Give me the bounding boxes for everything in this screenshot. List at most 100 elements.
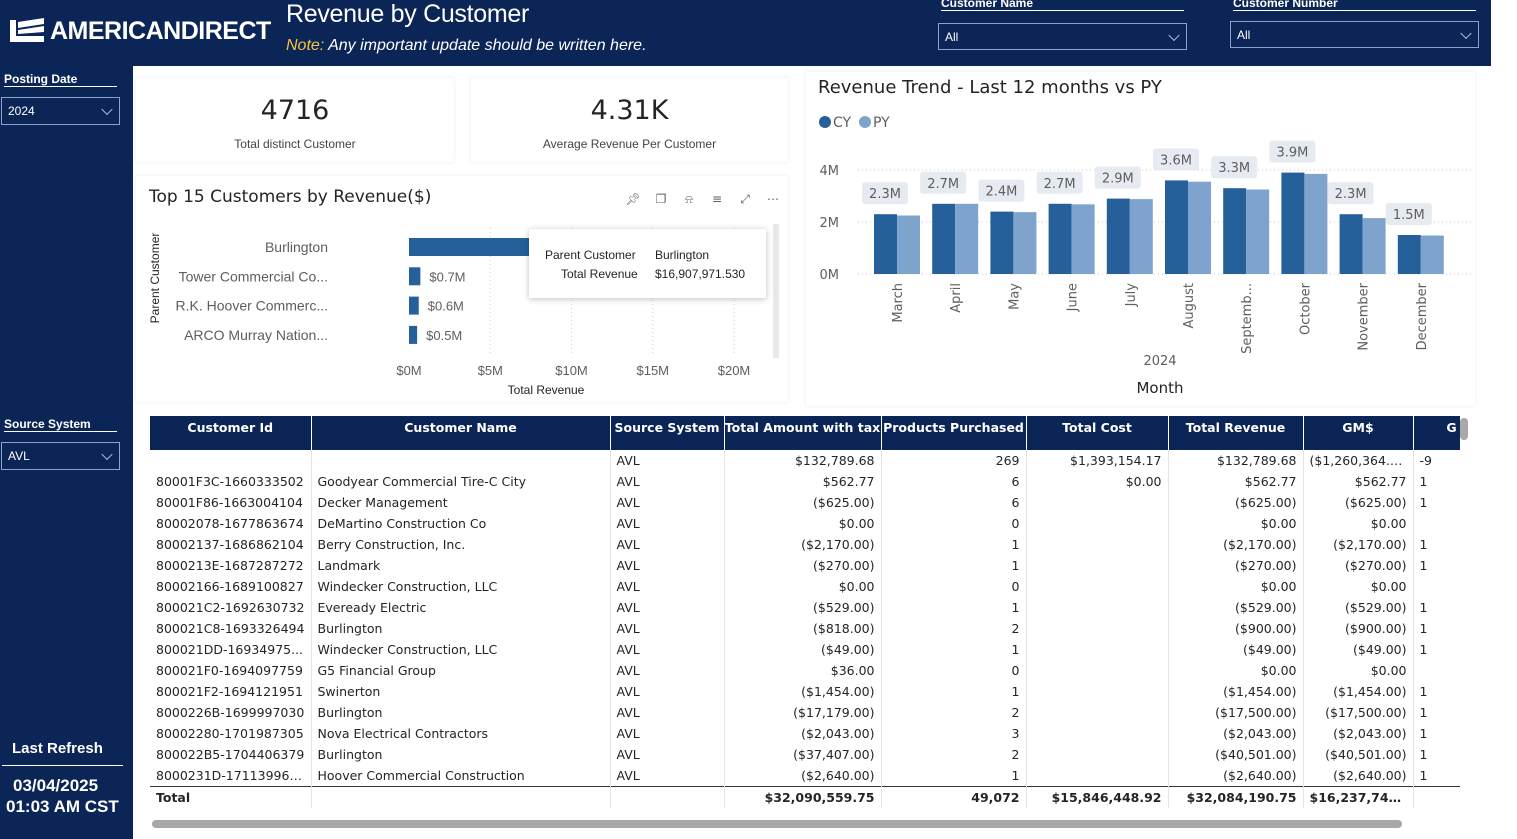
table-cell: 1 xyxy=(881,681,1027,702)
column-header[interactable]: Total Amount with tax xyxy=(724,416,882,450)
bar[interactable] xyxy=(409,325,418,344)
bar-py[interactable] xyxy=(1013,212,1037,274)
bar-cy[interactable] xyxy=(1048,203,1072,274)
column-header[interactable]: Customer Name xyxy=(311,416,611,450)
table-cell: AVL xyxy=(610,681,725,702)
bar-py[interactable] xyxy=(897,215,920,275)
pin-icon[interactable]: 📌︎ xyxy=(624,192,642,207)
table-cell: 8000213E-1687287272 xyxy=(150,555,312,576)
legend-label[interactable]: PY xyxy=(873,115,890,131)
table-row[interactable]: 80002078-1677863674 DeMartino Constructio… xyxy=(150,513,1460,534)
column-header[interactable]: Total Revenue xyxy=(1168,416,1304,450)
bar-cy[interactable] xyxy=(1223,188,1247,274)
table-cell: 1 xyxy=(881,597,1027,618)
table-cell: ($49.00) xyxy=(1168,639,1304,660)
x-tick-label: June xyxy=(1066,283,1081,312)
bar-cy[interactable] xyxy=(1397,235,1421,274)
kpi-card-average-revenue[interactable]: 4.31K Average Revenue Per Customer xyxy=(471,78,788,162)
table-cell: ($40,501.00) xyxy=(1303,744,1414,765)
table-cell: ($17,500.00) xyxy=(1303,702,1414,723)
bar-py[interactable] xyxy=(955,203,979,274)
table-cell: 800021F2-1694121951 xyxy=(150,681,312,702)
table-cell xyxy=(1026,765,1169,786)
table-cell: 1 xyxy=(881,639,1027,660)
column-header[interactable]: Total Cost xyxy=(1026,416,1169,450)
divider xyxy=(2,765,123,766)
table-cell xyxy=(1026,492,1169,513)
bar-py[interactable] xyxy=(1362,218,1386,274)
column-header[interactable]: Products Purchased xyxy=(881,416,1027,450)
y-tick-label: 2M xyxy=(820,216,840,231)
category-label: Burlington xyxy=(265,239,328,255)
x-tick-label: $0M xyxy=(396,363,421,378)
source-system-dropdown[interactable]: AVL xyxy=(1,442,120,470)
table-row[interactable]: 80001F3C-1660333502 Goodyear Commercial T… xyxy=(150,471,1460,492)
column-header[interactable]: G xyxy=(1413,416,1460,450)
table-cell: ($625.00) xyxy=(724,492,882,513)
table-row[interactable]: 8000226B-1699997030 Burlington AVL ($17,179… xyxy=(150,702,1460,723)
table-row[interactable]: 8000213E-1687287272 Landmark AVL ($270.00) 1… xyxy=(150,555,1460,576)
table-vertical-scrollbar[interactable] xyxy=(1460,418,1468,440)
table-row[interactable]: 800021DD-16934975... Windecker Constructi… xyxy=(150,639,1460,660)
kpi-value: 4716 xyxy=(260,95,330,126)
bar[interactable] xyxy=(409,267,421,286)
filter-icon[interactable]: ≡ xyxy=(708,192,726,207)
tooltip-key: Total Revenue xyxy=(561,267,638,281)
customer-name-dropdown[interactable]: All xyxy=(938,23,1187,50)
table-row[interactable]: AVL $132,789.68 269 $1,393,154.17 $132,789.6… xyxy=(150,450,1460,471)
table-cell xyxy=(1026,534,1169,555)
revenue-trend-title: Revenue Trend - Last 12 months vs PY xyxy=(818,77,1162,98)
x-tick-label: December xyxy=(1415,282,1430,350)
chart-scrollbar[interactable] xyxy=(773,224,779,358)
table-row[interactable]: 800021C2-1692630732 Eveready Electric AVL(… xyxy=(150,597,1460,618)
bell-icon[interactable]: ⍾ xyxy=(680,192,698,207)
bar-py[interactable] xyxy=(1246,189,1270,275)
bar-cy[interactable] xyxy=(1339,214,1363,274)
table-cell: ($2,043.00) xyxy=(724,723,882,744)
table-row[interactable]: 800021C8-1693326494 Burlington AVL ($818.00… xyxy=(150,618,1460,639)
revenue-trend-chart[interactable]: CY PY 0M 2M 4M 2.3M March 2.7M April 2.4M May 2.7M J… xyxy=(806,108,1475,404)
table-horizontal-scrollbar[interactable] xyxy=(152,820,1402,828)
posting-date-dropdown[interactable]: 2024 xyxy=(1,97,120,125)
table-cell: ($900.00) xyxy=(1168,618,1304,639)
focus-mode-icon[interactable]: ⤢ xyxy=(736,192,754,207)
table-row[interactable]: 80002137-1686862104 Berry Construction, I… xyxy=(150,534,1460,555)
table-row[interactable]: 80001F86-1663004104 Decker Management AVL(… xyxy=(150,492,1460,513)
table-row[interactable]: 80002166-1689100827 Windecker Constructio… xyxy=(150,576,1460,597)
table-cell: Nova Electrical Contractors xyxy=(311,723,611,744)
bar-py[interactable] xyxy=(1304,173,1328,274)
bar-cy[interactable] xyxy=(990,211,1014,274)
table-row[interactable]: 8000231D-1711399674 Hoover Commercial Con… xyxy=(150,765,1460,786)
table-cell: Swinerton xyxy=(311,681,611,702)
table-row[interactable]: 800022B5-1704406379 Burlington AVL ($37,407… xyxy=(150,744,1460,765)
table-cell: 800021C8-1693326494 xyxy=(150,618,312,639)
kpi-card-customers[interactable]: 4716 Total distinct Customer xyxy=(136,78,454,162)
table-cell: ($49.00) xyxy=(724,639,882,660)
bar-cy[interactable] xyxy=(874,214,897,274)
legend-label[interactable]: CY xyxy=(833,115,852,131)
customer-number-dropdown[interactable]: All xyxy=(1230,21,1479,48)
more-options-icon[interactable]: ⋯ xyxy=(764,192,782,207)
bar-py[interactable] xyxy=(1420,235,1444,274)
table-row[interactable]: 800021F0-1694097759 G5 Financial Group AVL… xyxy=(150,660,1460,681)
bar-cy[interactable] xyxy=(1281,172,1305,274)
bar-cy[interactable] xyxy=(1106,198,1130,274)
copy-icon[interactable]: ❐ xyxy=(652,192,670,207)
table-cell: 1 xyxy=(881,555,1027,576)
bar[interactable] xyxy=(409,296,419,315)
bar-cy[interactable] xyxy=(932,203,956,274)
table-cell: Landmark xyxy=(311,555,611,576)
column-header[interactable]: Customer Id▲ xyxy=(150,416,312,450)
bar-cy[interactable] xyxy=(1165,180,1188,274)
customer-table[interactable]: Customer Id▲Customer NameSource SystemTo… xyxy=(150,416,1460,821)
note-text: Any important update should be written h… xyxy=(324,37,647,54)
table-cell: AVL xyxy=(610,765,725,786)
x-tick-label: October xyxy=(1298,282,1313,335)
table-row[interactable]: 800021F2-1694121951 Swinerton AVL ($1,454.0… xyxy=(150,681,1460,702)
column-header[interactable]: Source System xyxy=(610,416,725,450)
bar-py[interactable] xyxy=(1071,204,1095,274)
bar-py[interactable] xyxy=(1129,199,1153,274)
table-row[interactable]: 80002280-1701987305 Nova Electrical Contr… xyxy=(150,723,1460,744)
bar-py[interactable] xyxy=(1188,181,1211,274)
column-header[interactable]: GM$ xyxy=(1303,416,1414,450)
